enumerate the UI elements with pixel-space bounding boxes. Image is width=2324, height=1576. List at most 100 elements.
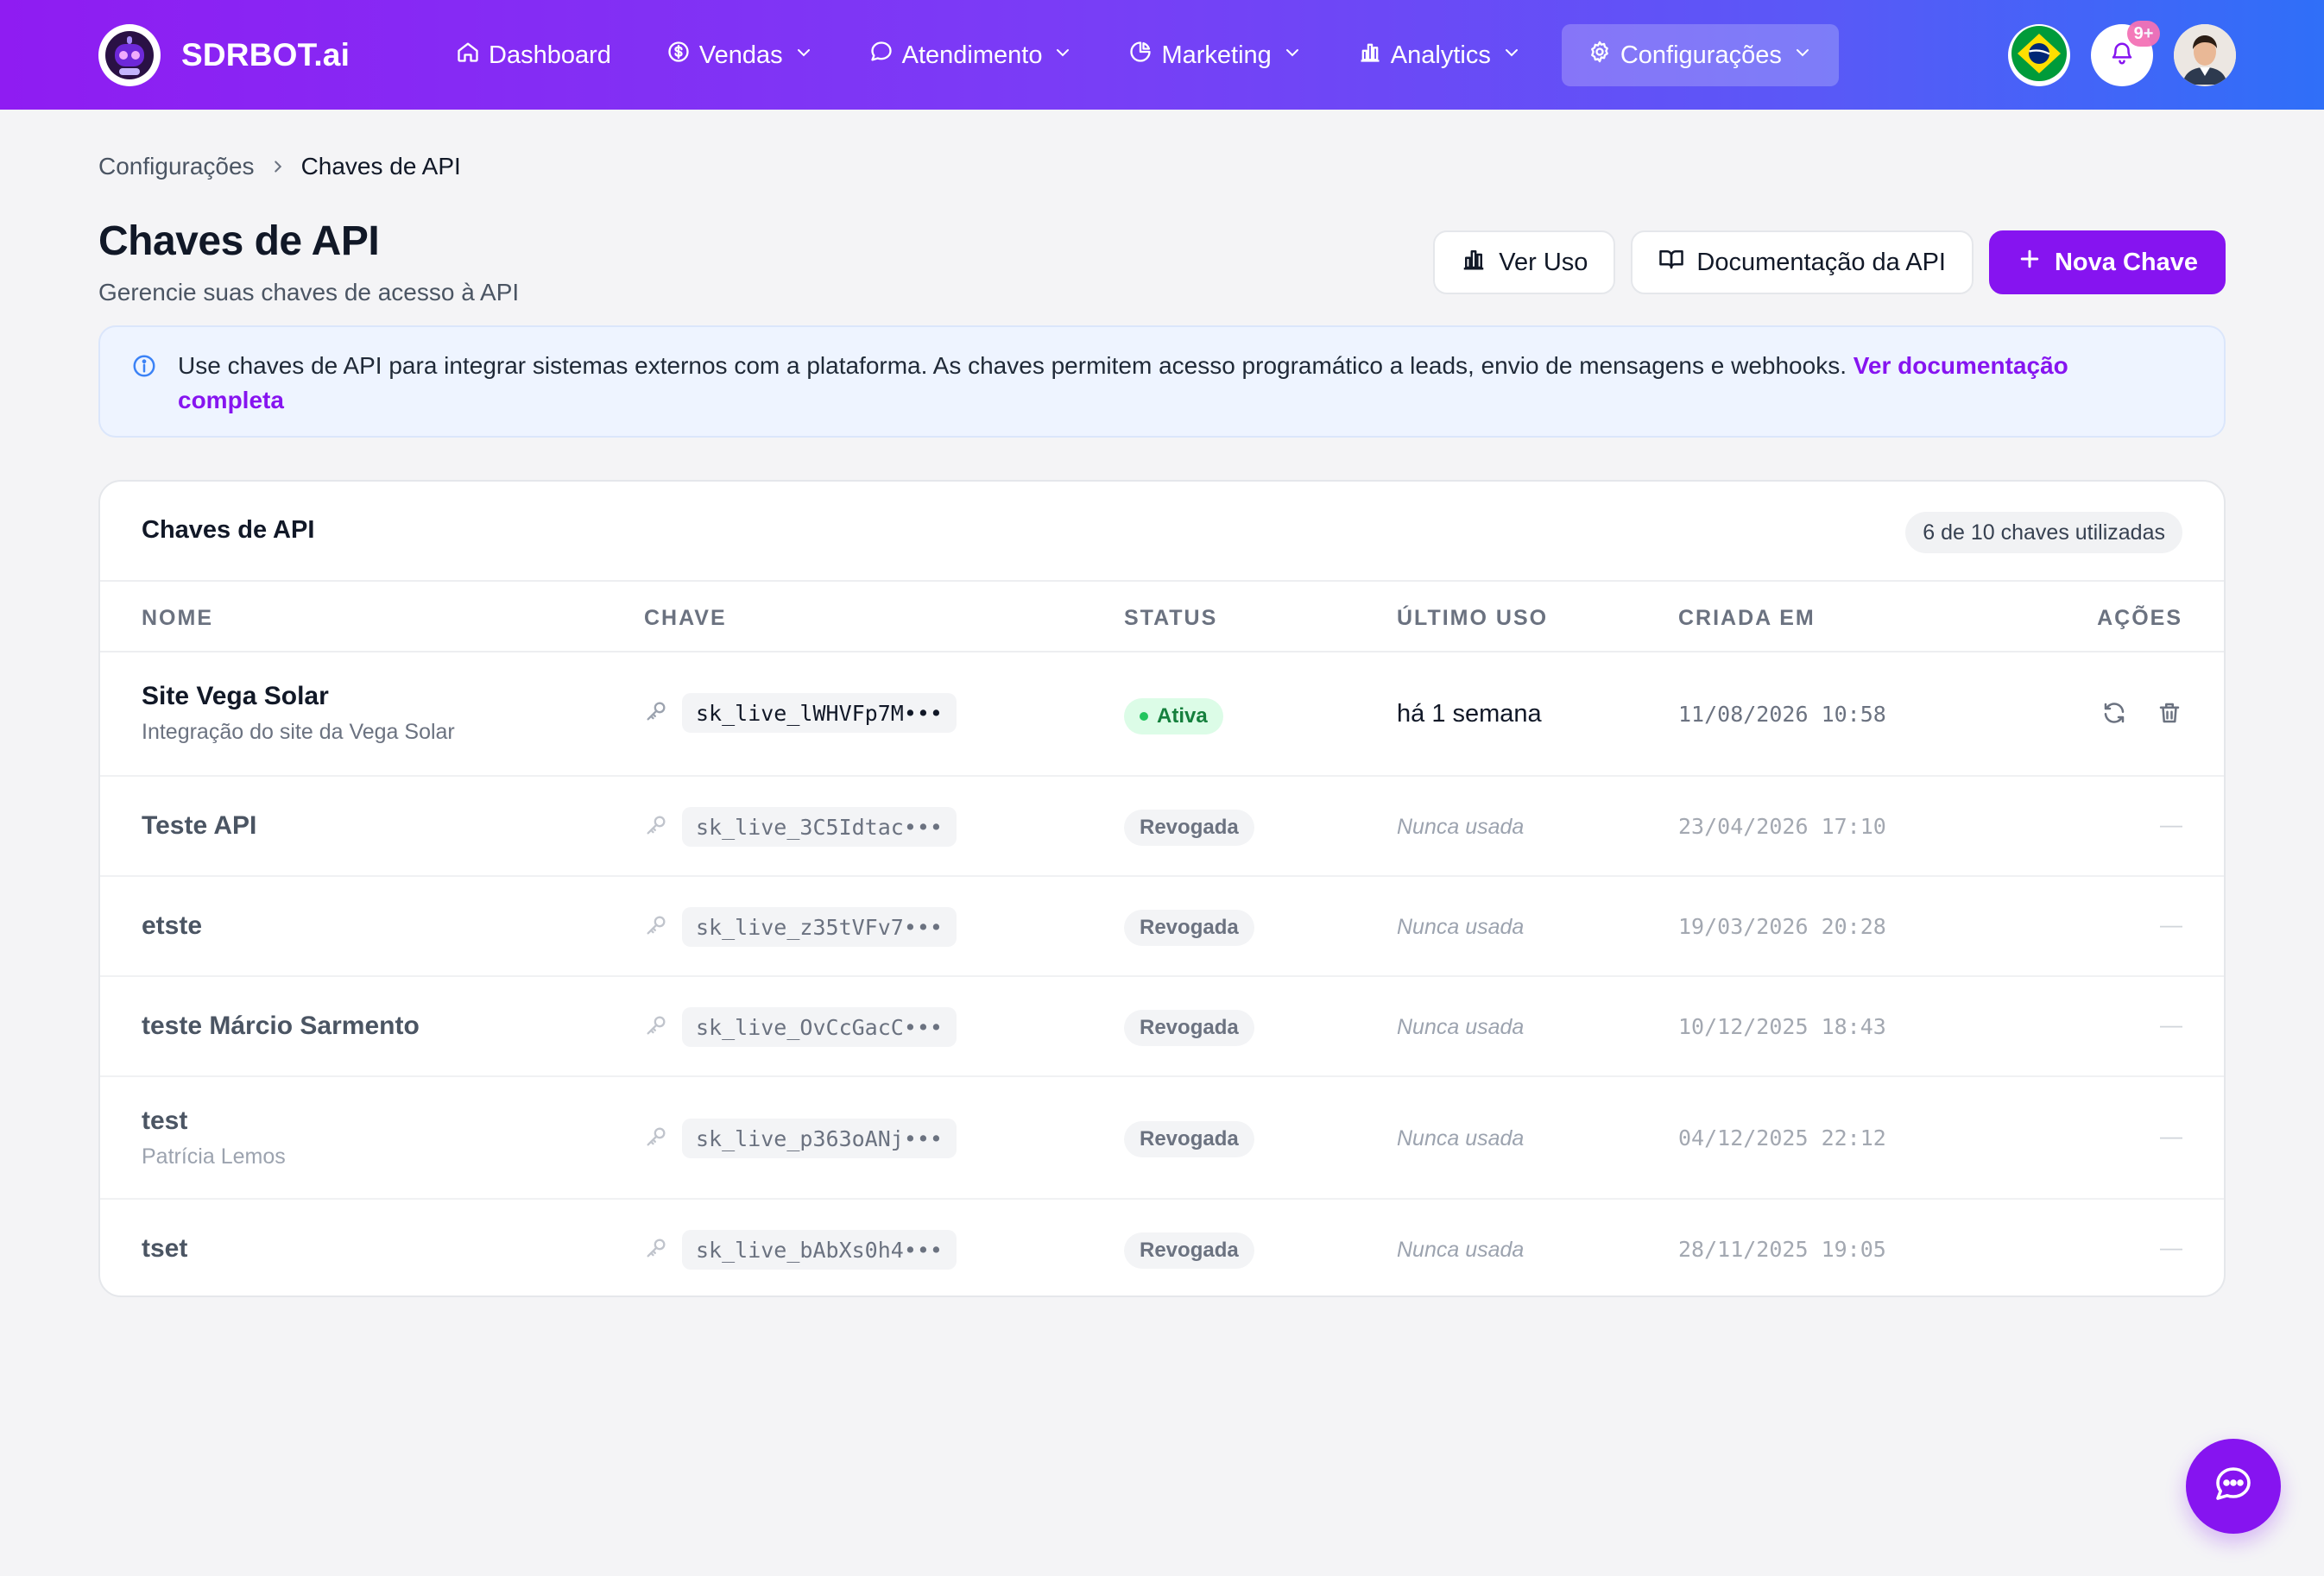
- key-name-cell: Teste API: [142, 811, 256, 841]
- created-at: 04/12/2025 22:12: [1678, 1125, 1886, 1150]
- no-actions: —: [2160, 1234, 2182, 1260]
- refresh-icon: [2101, 700, 2127, 730]
- table-row: Site Vega Solar Integração do site da Ve…: [100, 652, 2224, 777]
- key-name: Teste API: [142, 811, 257, 840]
- top-navbar: SDRBOT.ai Dashboard Vendas Atendimento M…: [0, 0, 2324, 110]
- nav-label: Atendimento: [901, 41, 1043, 69]
- api-key-value: sk_live_OvCcGacC•••: [682, 1007, 957, 1047]
- nav-item-atendimento[interactable]: Atendimento: [854, 24, 1089, 86]
- button-label: Ver Uso: [1499, 248, 1588, 276]
- status-cell: Revogada: [1124, 1232, 1254, 1269]
- api-key-value: sk_live_bAbXs0h4•••: [682, 1230, 957, 1270]
- key-name-cell: etste: [142, 911, 202, 941]
- chat-bubble-icon: [2213, 1464, 2254, 1510]
- key-name: teste Márcio Sarmento: [142, 1012, 420, 1040]
- page-subtitle: Gerencie suas chaves de acesso à API: [98, 279, 520, 306]
- user-avatar[interactable]: [2174, 24, 2236, 86]
- robot-logo-icon: [98, 24, 161, 86]
- key-icon: [644, 699, 668, 728]
- api-key-value: sk_live_lWHVFp7M•••: [682, 693, 957, 733]
- page-title: Chaves de API: [98, 218, 380, 264]
- status-cell: Revogada: [1124, 1010, 1254, 1046]
- api-docs-button[interactable]: Documentação da API: [1631, 230, 1974, 294]
- last-use: Nunca usada: [1397, 1238, 1525, 1262]
- key-name: etste: [142, 911, 203, 940]
- bar-chart-icon: [1461, 246, 1487, 279]
- delete-key-button[interactable]: [2157, 700, 2182, 730]
- chevron-down-icon: [793, 41, 814, 70]
- language-selector[interactable]: [2008, 24, 2070, 86]
- key-icon: [644, 813, 668, 842]
- created-at: 10/12/2025 18:43: [1678, 1014, 1886, 1039]
- brand[interactable]: SDRBOT.ai: [98, 24, 350, 86]
- nav-label: Dashboard: [489, 41, 611, 69]
- book-open-icon: [1658, 246, 1684, 279]
- status-cell: Revogada: [1124, 910, 1254, 946]
- key-name: tset: [142, 1234, 188, 1263]
- created-at: 23/04/2026 17:10: [1678, 814, 1886, 839]
- column-header-key: CHAVE: [644, 606, 727, 630]
- nav-label: Vendas: [698, 41, 783, 69]
- breadcrumb-current: Chaves de API: [300, 153, 461, 180]
- nav-item-configuracoes[interactable]: Configurações: [1561, 24, 1839, 86]
- key-icon: [644, 1125, 668, 1153]
- notifications-button[interactable]: 9+: [2091, 21, 2160, 86]
- key-cell: sk_live_z35tVFv7•••: [644, 907, 957, 947]
- status-cell: Ativa: [1124, 698, 1223, 734]
- key-cell: sk_live_p363oANj•••: [644, 1119, 957, 1158]
- button-label: Nova Chave: [2054, 248, 2198, 276]
- table-row: etste sk_live_z35tVFv7••• Revogada Nunca…: [100, 877, 2224, 977]
- status-badge: Revogada: [1124, 810, 1254, 846]
- regenerate-key-button[interactable]: [2101, 700, 2127, 730]
- last-use: Nunca usada: [1397, 1015, 1525, 1039]
- chevron-down-icon: [1792, 41, 1813, 70]
- key-cell: sk_live_bAbXs0h4•••: [644, 1230, 957, 1270]
- api-key-value: sk_live_z35tVFv7•••: [682, 907, 957, 947]
- info-text: Use chaves de API para integrar sistemas…: [178, 349, 2129, 418]
- nav-item-vendas[interactable]: Vendas: [651, 24, 830, 86]
- nav-label: Configurações: [1620, 41, 1782, 69]
- key-cell: sk_live_OvCcGacC•••: [644, 1007, 957, 1047]
- key-cell: sk_live_3C5Idtac•••: [644, 807, 957, 847]
- breadcrumb-parent[interactable]: Configurações: [98, 153, 255, 180]
- status-badge: Ativa: [1124, 698, 1223, 734]
- nav-item-marketing[interactable]: Marketing: [1113, 24, 1317, 86]
- card-header: Chaves de API 6 de 10 chaves utilizadas: [100, 482, 2224, 582]
- home-icon: [456, 40, 480, 71]
- key-cell: sk_live_lWHVFp7M•••: [644, 693, 957, 733]
- api-key-value: sk_live_3C5Idtac•••: [682, 807, 957, 847]
- bell-icon: [2109, 41, 2135, 71]
- main-nav: Dashboard Vendas Atendimento Marketing A…: [440, 24, 1863, 86]
- nav-item-dashboard[interactable]: Dashboard: [440, 24, 627, 86]
- key-name-cell: Site Vega Solar Integração do site da Ve…: [142, 682, 455, 745]
- created-at: 11/08/2026 10:58: [1678, 702, 1886, 727]
- no-actions: —: [2160, 911, 2182, 937]
- user-avatar-icon: [2174, 24, 2236, 86]
- key-icon: [644, 913, 668, 942]
- chat-support-button[interactable]: [2186, 1439, 2281, 1534]
- key-name: test: [142, 1106, 188, 1135]
- chevron-down-icon: [1282, 41, 1303, 70]
- column-header-created: CRIADA EM: [1678, 606, 1816, 630]
- key-name-cell: test Patrícia Lemos: [142, 1106, 286, 1169]
- status-badge: Revogada: [1124, 1121, 1254, 1157]
- table-header: NOME CHAVE STATUS ÚLTIMO USO CRIADA EM A…: [100, 582, 2224, 652]
- api-keys-card: Chaves de API 6 de 10 chaves utilizadas …: [98, 480, 2226, 1297]
- status-cell: Revogada: [1124, 810, 1254, 846]
- trash-icon: [2157, 700, 2182, 730]
- status-cell: Revogada: [1124, 1121, 1254, 1157]
- plus-icon: [2017, 246, 2043, 279]
- row-actions: [2072, 700, 2182, 730]
- nav-label: Analytics: [1390, 41, 1491, 69]
- breadcrumb: Configurações Chaves de API: [98, 153, 461, 180]
- info-message: Use chaves de API para integrar sistemas…: [178, 352, 1854, 379]
- nav-item-analytics[interactable]: Analytics: [1342, 24, 1538, 86]
- new-key-button[interactable]: Nova Chave: [1988, 230, 2226, 294]
- notification-count-badge: 9+: [2127, 21, 2160, 47]
- no-actions: —: [2160, 811, 2182, 837]
- view-usage-button[interactable]: Ver Uso: [1433, 230, 1616, 294]
- key-icon: [644, 1013, 668, 1042]
- gear-icon: [1588, 40, 1612, 71]
- key-icon: [644, 1236, 668, 1264]
- last-use: Nunca usada: [1397, 815, 1525, 839]
